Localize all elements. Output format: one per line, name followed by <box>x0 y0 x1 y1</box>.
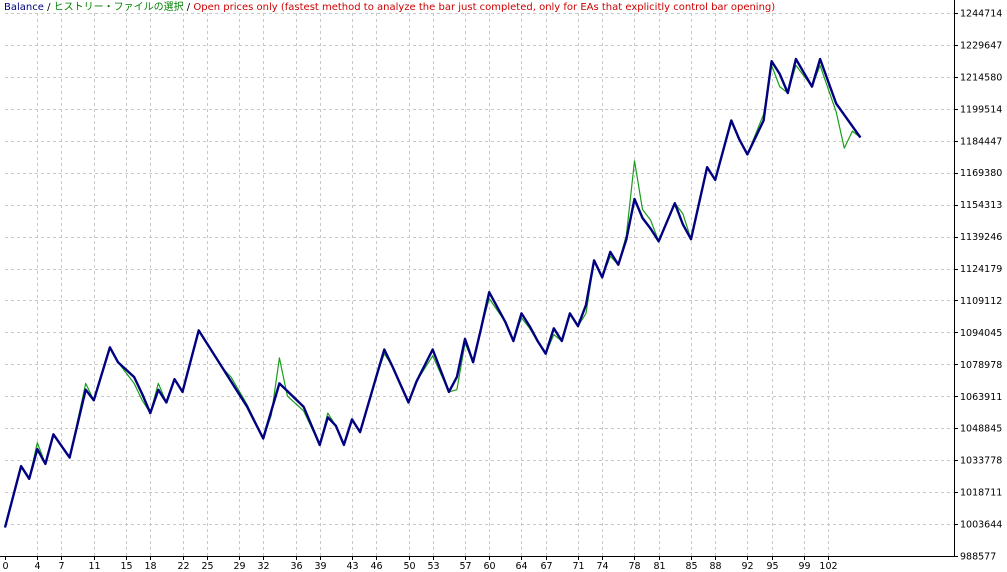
x-tick-label: 18 <box>144 561 156 572</box>
y-tick-label: 1094045 <box>960 328 1002 339</box>
x-tick-label: 57 <box>459 561 471 572</box>
x-tick-label: 39 <box>314 561 326 572</box>
y-tick-label: 988577 <box>960 552 996 563</box>
y-tick-label: 1214580 <box>960 72 1002 83</box>
y-tick-label: 1109112 <box>960 296 1002 307</box>
x-tick-label: 53 <box>427 561 439 572</box>
x-tick-label: 88 <box>709 561 721 572</box>
y-tick-label: 1154313 <box>960 200 1002 211</box>
y-axis-ticks: 988577 1003644 1018711 1033778 1048845 106391… <box>954 9 1002 563</box>
x-tick-label: 36 <box>290 561 302 572</box>
equity-series-line <box>4 64 861 528</box>
x-tick-label: 95 <box>766 561 778 572</box>
x-tick-label: 81 <box>653 561 665 572</box>
chart-grid <box>5 13 954 556</box>
y-tick-label: 1199514 <box>960 104 1002 115</box>
y-tick-label: 1033778 <box>960 456 1002 467</box>
y-tick-label: 1244714 <box>960 9 1002 20</box>
x-tick-label: 32 <box>257 561 269 572</box>
x-tick-label: 60 <box>483 561 495 572</box>
x-tick-label: 46 <box>370 561 382 572</box>
y-tick-label: 1169380 <box>960 168 1002 179</box>
x-tick-label: 11 <box>88 561 100 572</box>
balance-series-line <box>3 57 862 528</box>
x-axis-ticks: 0 4 7 11 15 18 22 25 29 32 36 39 43 46 50 53 57 60 64 67 71 7… <box>2 556 838 572</box>
x-tick-label: 74 <box>596 561 608 572</box>
y-tick-label: 1063911 <box>960 392 1002 403</box>
x-tick-label: 85 <box>685 561 697 572</box>
x-tick-label: 15 <box>120 561 132 572</box>
y-tick-label: 1229647 <box>960 40 1002 51</box>
balance-chart: 988577 1003644 1018711 1033778 1048845 106391… <box>0 0 1002 572</box>
x-tick-label: 0 <box>2 561 8 572</box>
y-tick-label: 1078978 <box>960 360 1002 371</box>
x-tick-label: 92 <box>741 561 753 572</box>
x-tick-label: 71 <box>572 561 584 572</box>
y-tick-label: 1018711 <box>960 488 1002 499</box>
chart-series <box>3 57 862 528</box>
y-tick-label: 1184447 <box>960 136 1002 147</box>
y-tick-label: 1139246 <box>960 232 1002 243</box>
x-tick-label: 78 <box>628 561 640 572</box>
x-tick-label: 43 <box>346 561 358 572</box>
x-tick-label: 50 <box>403 561 415 572</box>
y-tick-label: 1124179 <box>960 264 1002 275</box>
x-tick-label: 25 <box>201 561 213 572</box>
x-tick-label: 99 <box>798 561 810 572</box>
x-tick-label: 7 <box>58 561 64 572</box>
y-tick-label: 1003644 <box>960 520 1002 531</box>
x-tick-label: 64 <box>515 561 527 572</box>
x-tick-label: 102 <box>819 561 837 572</box>
x-tick-label: 67 <box>540 561 552 572</box>
x-tick-label: 29 <box>233 561 245 572</box>
x-tick-label: 22 <box>177 561 189 572</box>
y-tick-label: 1048845 <box>960 424 1002 435</box>
x-tick-label: 4 <box>34 561 40 572</box>
